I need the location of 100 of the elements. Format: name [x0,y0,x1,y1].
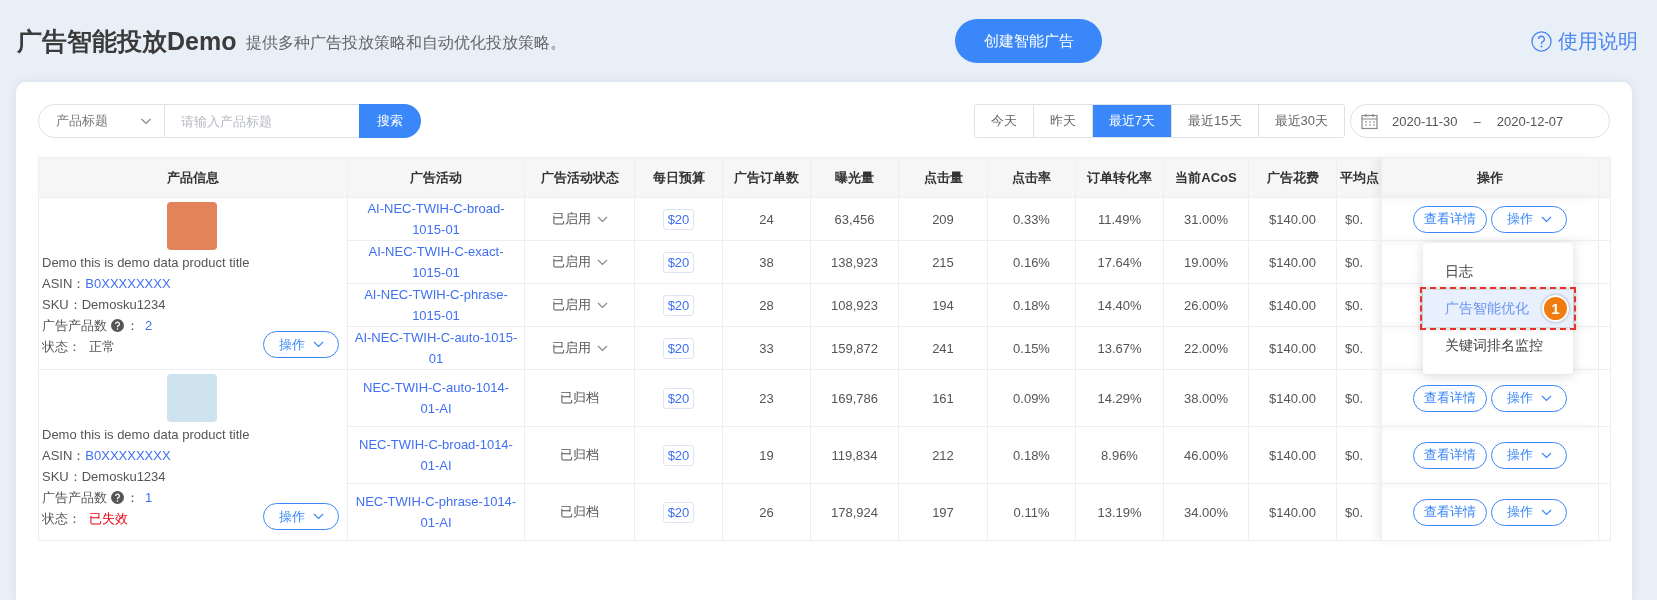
product-status: 正常 [89,338,115,356]
table-cell: 13.19% [1075,483,1164,541]
search-button[interactable]: 搜索 [359,104,421,138]
view-details-button[interactable]: 查看详情 [1413,441,1487,469]
table-cell: 26 [722,483,811,541]
table-cell: 19 [722,426,811,484]
budget-tag[interactable]: $20 [662,444,695,466]
table-cell: 26.00% [1163,283,1249,327]
table-cell: $140.00 [1248,326,1337,370]
table-cell: 24 [722,197,811,241]
table-cell: $0. [1336,283,1382,327]
column-header: 每日预算 [634,157,723,198]
column-header: 订单转化率 [1075,157,1164,198]
ad-count[interactable]: 2 [145,315,153,336]
chevron-down-icon [140,117,152,125]
budget-tag[interactable]: $20 [662,337,695,359]
table-cell: 33 [722,326,811,370]
column-header: 点击率 [987,157,1076,198]
budget-tag[interactable]: $20 [662,251,695,273]
table-cell: 138,923 [810,240,899,284]
table-cell: $0. [1336,483,1382,541]
column-header: 广告花费 [1248,157,1337,198]
colon: ： [126,317,139,335]
table-cell: 23 [722,369,811,427]
table-cell: 63,456 [810,197,899,241]
action-dropdown-button[interactable]: 操作 [1491,441,1567,469]
table-cell: 34.00% [1163,483,1249,541]
budget-tag[interactable]: $20 [662,294,695,316]
action-dropdown-button[interactable]: 操作 [1491,205,1567,233]
help-icon [111,491,124,504]
menu-item[interactable]: 日志 [1423,253,1573,290]
table-cell: $0. [1336,426,1382,484]
chevron-down-icon [312,513,324,520]
menu-item[interactable]: 广告智能优化 1 [1423,290,1573,327]
asin-label: ASIN： [42,275,86,293]
table-cell: $0. [1336,197,1382,241]
table-cell: 38 [722,240,811,284]
table-cell: 159,872 [810,326,899,370]
date-range-tab[interactable]: 最近30天 [1257,105,1344,137]
help-icon [111,319,124,332]
table-cell: 0.16% [987,240,1076,284]
chevron-down-icon [596,301,608,309]
column-header: 操作 [1381,157,1599,198]
budget-tag[interactable]: $20 [662,208,695,230]
view-details-button[interactable]: 查看详情 [1413,384,1487,412]
view-details-button[interactable]: 查看详情 [1413,205,1487,233]
table-cell: 14.29% [1075,369,1164,427]
product-title: Demo this is demo data product title [42,426,251,444]
column-header: 平均点 [1336,157,1382,198]
budget-tag[interactable]: $20 [662,387,695,409]
asin-label: ASIN： [42,447,86,465]
table-cell: $140.00 [1248,369,1337,427]
status-label: 状态： [42,338,81,356]
column-header: 广告活动 [347,157,525,198]
table-cell: $0. [1336,326,1382,370]
asin-link[interactable]: B0XXXXXXXX [85,445,171,466]
sku-text: SKU：Demosku1234 [42,296,167,314]
search-field[interactable]: 请输入产品标题 [165,104,359,138]
start-date: 2020-11-30 [1392,113,1458,129]
chevron-down-icon [596,258,608,266]
table-cell: 0.09% [987,369,1076,427]
table-cell: $140.00 [1248,283,1337,327]
view-details-button[interactable]: 查看详情 [1413,498,1487,526]
product-photo-placeholder [166,374,217,422]
table-cell: 161 [898,369,988,427]
table-cell: $0. [1336,240,1382,284]
table-cell: 0.33% [987,197,1076,241]
ad-count-label: 广告产品数 [42,317,107,335]
action-dropdown-button[interactable]: 操作 [1491,498,1567,526]
table-cell: 119,834 [810,426,899,484]
table-cell: 31.00% [1163,197,1249,241]
ad-count[interactable]: 1 [145,487,153,508]
table-cell: 215 [898,240,988,284]
budget-tag[interactable]: $20 [662,501,695,523]
table-cell: 0.18% [987,283,1076,327]
chevron-down-icon [596,215,608,223]
table-cell: 13.67% [1075,326,1164,370]
table-cell: $140.00 [1248,197,1337,241]
asin-link[interactable]: B0XXXXXXXX [85,273,171,294]
table-cell: $140.00 [1248,426,1337,484]
column-header: 曝光量 [810,157,899,198]
sku-text: SKU：Demosku1234 [42,468,167,486]
table-cell: 108,923 [810,283,899,327]
action-dropdown-button[interactable]: 操作 [263,503,339,530]
column-header: 广告订单数 [722,157,811,198]
chevron-down-icon [1540,508,1552,516]
help-link[interactable]: 使用说明 [1531,27,1638,55]
campaign-status: 已归档 [560,446,599,464]
create-ad-button[interactable]: 创建智能广告 [955,19,1103,63]
column-header: 产品信息 [38,157,348,198]
ad-count-label: 广告产品数 [42,489,107,507]
date-range-tab[interactable]: 最近7天 [1091,105,1172,137]
chevron-down-icon [312,341,324,348]
table-cell: 178,924 [810,483,899,541]
step-marker: 1 [1542,295,1569,322]
table-cell: 212 [898,426,988,484]
action-dropdown-button[interactable]: 操作 [1491,384,1567,412]
table-cell: 8.96% [1075,426,1164,484]
action-dropdown-button[interactable]: 操作 [263,331,339,358]
chevron-down-icon [1540,451,1552,459]
